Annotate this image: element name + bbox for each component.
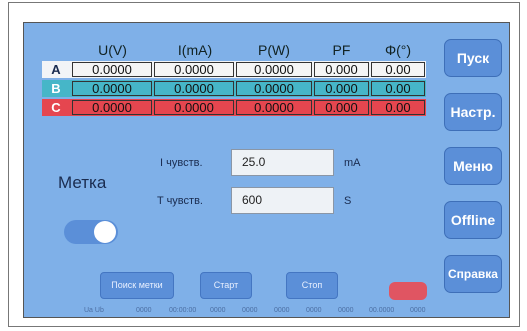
status-item-9: 00.0000 bbox=[369, 307, 395, 314]
cell-b-phase: 0.00 bbox=[371, 81, 425, 96]
cell-c-pf: 0.000 bbox=[314, 100, 369, 115]
row-label-b: B bbox=[51, 81, 61, 96]
cell-c-power: 0.0000 bbox=[236, 100, 312, 115]
toggle-knob bbox=[94, 221, 116, 243]
cell-b-pf: 0.000 bbox=[314, 81, 369, 96]
metka-label: Метка bbox=[58, 173, 107, 192]
device-screen: U(V) I(mA) P(W) PF Φ(°) A 0.0000 0.0000 … bbox=[23, 22, 510, 318]
header-current: I(mA) bbox=[177, 42, 213, 58]
cell-b-voltage: 0.0000 bbox=[72, 81, 152, 96]
cell-b-power: 0.0000 bbox=[236, 81, 312, 96]
status-item-6: 0000 bbox=[274, 307, 290, 314]
time-sensitivity-label: T чувств. bbox=[157, 195, 203, 207]
cell-c-voltage: 0.0000 bbox=[72, 100, 152, 115]
status-item-3: 00:00:00 bbox=[169, 307, 197, 314]
cell-a-pf: 0.000 bbox=[314, 62, 369, 77]
row-label-c: C bbox=[51, 100, 61, 115]
settings-button[interactable]: Настр. bbox=[444, 93, 502, 131]
status-item-4: 0000 bbox=[210, 307, 226, 314]
search-tag-button[interactable]: Поиск метки bbox=[100, 272, 174, 299]
cell-a-current: 0.0000 bbox=[154, 62, 234, 77]
status-item-5: 0000 bbox=[242, 307, 258, 314]
status-item-1: Ua Ub bbox=[84, 307, 104, 314]
cell-a-phase: 0.00 bbox=[371, 62, 425, 77]
cell-c-phase: 0.00 bbox=[371, 100, 425, 115]
cell-a-power: 0.0000 bbox=[236, 62, 312, 77]
menu-button[interactable]: Меню bbox=[444, 147, 502, 185]
time-unit: S bbox=[344, 195, 352, 207]
table-row-b: B 0.0000 0.0000 0.0000 0.000 0.00 bbox=[42, 80, 426, 97]
status-item-2: 0000 bbox=[136, 307, 152, 314]
cell-b-current: 0.0000 bbox=[154, 81, 234, 96]
header-voltage: U(V) bbox=[98, 42, 127, 58]
status-item-10: 0000 bbox=[410, 307, 426, 314]
table-row-c: C 0.0000 0.0000 0.0000 0.000 0.00 bbox=[42, 99, 426, 116]
start-tag-button[interactable]: Старт bbox=[200, 272, 252, 299]
row-label-a: A bbox=[51, 62, 61, 77]
table-row-a: A 0.0000 0.0000 0.0000 0.000 0.00 bbox=[42, 61, 426, 78]
current-unit: mA bbox=[344, 157, 361, 169]
status-item-7: 0000 bbox=[306, 307, 322, 314]
status-indicator bbox=[389, 282, 427, 300]
current-sensitivity-input[interactable]: 25.0 bbox=[231, 149, 334, 176]
header-power: P(W) bbox=[258, 42, 290, 58]
time-sensitivity-input[interactable]: 600 bbox=[231, 187, 334, 214]
help-button[interactable]: Справка bbox=[444, 255, 502, 293]
stop-tag-button[interactable]: Стоп bbox=[286, 272, 338, 299]
start-button[interactable]: Пуск bbox=[444, 39, 502, 77]
offline-button[interactable]: Offline bbox=[444, 201, 502, 239]
cell-c-current: 0.0000 bbox=[154, 100, 234, 115]
header-phase: Φ(°) bbox=[384, 42, 412, 58]
status-item-8: 0000 bbox=[338, 307, 354, 314]
header-power-factor: PF bbox=[332, 42, 351, 58]
cell-a-voltage: 0.0000 bbox=[72, 62, 152, 77]
status-bar: Ua Ub 0000 00:00:00 0000 0000 0000 0000 … bbox=[24, 304, 509, 317]
current-sensitivity-label: I чувств. bbox=[160, 157, 203, 169]
metka-toggle[interactable] bbox=[64, 220, 118, 244]
